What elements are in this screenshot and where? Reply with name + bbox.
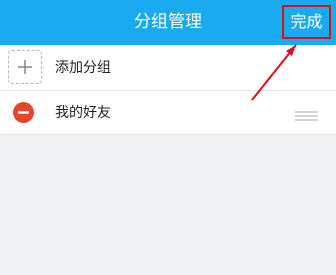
add-group-label: 添加分组 <box>55 60 111 76</box>
group-list: 添加分组 我的好友 <box>0 45 336 135</box>
group-name-label: 我的好友 <box>55 105 111 121</box>
done-button[interactable]: 完成 <box>284 7 329 37</box>
done-highlight-box: 完成 <box>282 5 331 39</box>
add-group-row[interactable]: 添加分组 <box>0 45 336 91</box>
drag-handle-icon[interactable] <box>295 107 318 121</box>
add-icon[interactable] <box>8 50 42 84</box>
title-bar: 分组管理 完成 <box>0 0 336 45</box>
remove-icon[interactable] <box>13 102 34 123</box>
list-item: 我的好友 <box>0 91 336 135</box>
group-management-screen: 分组管理 完成 添加分组 我的好友 <box>0 0 336 275</box>
